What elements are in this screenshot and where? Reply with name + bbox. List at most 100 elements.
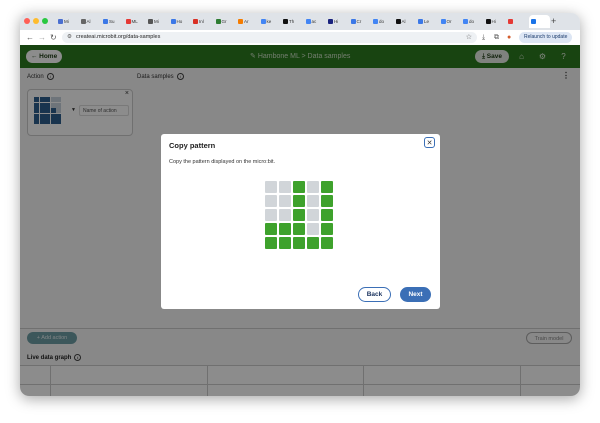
tab-title: Hi xyxy=(491,19,496,24)
tab-title: Le xyxy=(424,19,430,24)
tab-favicon-icon xyxy=(485,19,491,24)
tab-title: Inl xyxy=(199,19,204,24)
browser-tab[interactable]: Gr xyxy=(214,15,236,28)
tab-favicon-icon xyxy=(125,19,131,24)
browser-tab[interactable]: ke xyxy=(259,15,281,28)
browser-tab[interactable]: ML xyxy=(124,15,146,28)
led-cell xyxy=(321,223,333,235)
tab-favicon-icon xyxy=(350,19,356,24)
next-button[interactable]: Next xyxy=(400,287,431,302)
copy-pattern-dialog: Copy pattern ✕ Copy the pattern displaye… xyxy=(161,134,440,309)
reload-icon[interactable]: ↻ xyxy=(50,32,57,43)
browser-tab[interactable]: do xyxy=(371,15,393,28)
led-cell xyxy=(293,195,305,207)
led-cell xyxy=(279,181,291,193)
led-cell xyxy=(279,209,291,221)
browser-tab[interactable]: Mi xyxy=(56,15,78,28)
dialog-description: Copy the pattern displayed on the micro:… xyxy=(169,159,276,165)
browser-tab[interactable] xyxy=(506,15,528,28)
browser-tab[interactable]: Hi xyxy=(326,15,348,28)
led-cell xyxy=(265,223,277,235)
browser-tab[interactable]: Mi xyxy=(146,15,168,28)
led-cell xyxy=(279,237,291,249)
browser-tab[interactable]: ac xyxy=(304,15,326,28)
bookmark-star-icon[interactable]: ☆ xyxy=(466,32,472,43)
browser-tab[interactable]: Cr xyxy=(349,15,371,28)
tab-favicon-icon xyxy=(373,19,378,24)
led-cell xyxy=(321,195,333,207)
back-arrow-icon[interactable]: ← xyxy=(26,32,34,43)
led-cell xyxy=(293,237,305,249)
browser-tab[interactable]: Al xyxy=(79,15,101,28)
tab-favicon-icon xyxy=(463,19,468,24)
led-cell xyxy=(279,223,291,235)
led-cell xyxy=(307,223,319,235)
tab-strip: Mi Al Su ML Mi Ho Inl Gr Ar ke Th ac Hi Cr do Al Le Or do H… xyxy=(20,13,580,30)
dialog-title: Copy pattern xyxy=(169,141,216,150)
led-cell xyxy=(321,209,333,221)
led-cell xyxy=(265,237,277,249)
browser-tab[interactable]: Ar xyxy=(236,15,258,28)
extensions-icon[interactable]: ⧉ xyxy=(494,32,499,43)
tab-favicon-icon xyxy=(170,19,176,24)
browser-tab[interactable] xyxy=(528,15,550,28)
tab-title: ML xyxy=(131,19,138,24)
browser-tab[interactable]: Le xyxy=(416,15,438,28)
led-cell xyxy=(307,237,319,249)
new-tab-button[interactable]: + xyxy=(551,15,556,28)
tab-favicon-icon xyxy=(148,19,153,24)
led-cell xyxy=(265,181,277,193)
tab-favicon-icon xyxy=(238,19,243,24)
tab-favicon-icon xyxy=(508,19,513,24)
site-info-icon[interactable]: ⚙ xyxy=(67,32,72,43)
tab-list: Mi Al Su ML Mi Ho Inl Gr Ar ke Th ac Hi Cr do Al Le Or do H… xyxy=(56,15,551,30)
browser-tab[interactable]: Or xyxy=(439,15,461,28)
profile-icon[interactable]: ● xyxy=(507,32,511,43)
tab-title: Or xyxy=(446,19,452,24)
browser-tab[interactable]: Su xyxy=(101,15,123,28)
tab-favicon-icon xyxy=(395,19,401,24)
tab-favicon-icon xyxy=(283,19,288,24)
browser-tab[interactable]: Ho xyxy=(169,15,191,28)
forward-arrow-icon[interactable]: → xyxy=(38,32,46,43)
back-button[interactable]: Back xyxy=(358,287,391,302)
tab-title: do xyxy=(379,19,385,24)
tab-favicon-icon xyxy=(193,19,198,24)
tab-title: Mi xyxy=(154,19,159,24)
tab-favicon-icon xyxy=(58,19,63,24)
tab-favicon-icon xyxy=(103,19,108,24)
led-cell xyxy=(279,195,291,207)
browser-tab[interactable]: Hi xyxy=(484,15,506,28)
led-cell xyxy=(307,181,319,193)
browser-tab[interactable]: do xyxy=(461,15,483,28)
close-window-button[interactable] xyxy=(24,18,30,24)
tab-favicon-icon xyxy=(260,19,266,24)
browser-tab[interactable]: Th xyxy=(281,15,303,28)
led-cell xyxy=(293,209,305,221)
tab-favicon-icon xyxy=(80,19,86,24)
tab-title: Th xyxy=(289,19,295,24)
led-cell xyxy=(293,181,305,193)
browser-window: Mi Al Su ML Mi Ho Inl Gr Ar ke Th ac Hi Cr do Al Le Or do H… xyxy=(20,13,580,396)
zoom-window-button[interactable] xyxy=(42,18,48,24)
close-icon[interactable]: ✕ xyxy=(424,137,435,148)
tab-favicon-icon xyxy=(305,19,311,24)
url-field[interactable]: ⚙ createai.microbit.org/data-samples ☆ xyxy=(62,32,477,43)
tab-title: ac xyxy=(311,19,317,24)
tab-title: Ar xyxy=(244,19,249,24)
tab-title: Al xyxy=(401,19,406,24)
download-icon[interactable]: ⤓ xyxy=(482,32,485,43)
tab-favicon-icon xyxy=(328,19,333,24)
tab-favicon-icon xyxy=(530,19,536,24)
relaunch-button[interactable]: Relaunch to update xyxy=(519,32,573,43)
tab-favicon-icon xyxy=(440,19,446,24)
browser-tab[interactable]: Al xyxy=(394,15,416,28)
led-cell xyxy=(321,237,333,249)
led-cell xyxy=(321,181,333,193)
tab-title: Cr xyxy=(356,19,362,24)
tab-title: Gr xyxy=(221,19,227,24)
browser-tab[interactable]: Inl xyxy=(191,15,213,28)
led-pattern-grid xyxy=(265,181,333,249)
url-text: createai.microbit.org/data-samples xyxy=(76,34,161,40)
minimize-window-button[interactable] xyxy=(33,18,39,24)
